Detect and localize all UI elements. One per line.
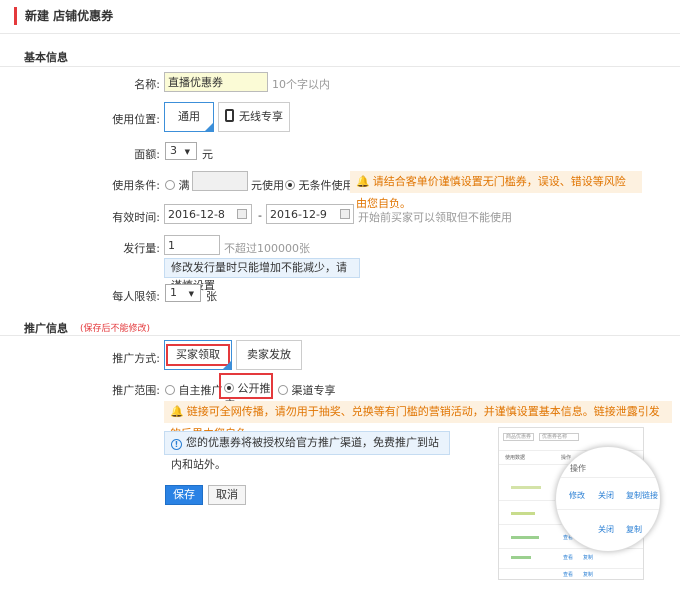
scope-warning: 🔔 链接可全网传播，请勿用于抽奖、兑换等有门槛的营销活动，并谨慎设置基本信息。链接… bbox=[164, 401, 672, 440]
condition-label: 使用条件: bbox=[112, 179, 160, 192]
quantity-note: 修改发行量时只能增加不能减少，请谨慎设置 bbox=[164, 258, 360, 292]
preview-row-link: 复制 bbox=[583, 555, 594, 561]
basic-section-divider bbox=[0, 66, 680, 67]
name-hint: 10个字以内 bbox=[272, 78, 330, 91]
condition-option-full-label: 满 bbox=[178, 179, 190, 192]
location-option-mobile-label: 无线专享 bbox=[239, 110, 283, 123]
scope-option-channel-label: 渠道专享 bbox=[291, 384, 336, 397]
quantity-hint: 不超过100000张 bbox=[224, 242, 310, 255]
condition-full-suffix: 元使用 bbox=[251, 179, 284, 192]
preview-bar bbox=[511, 486, 541, 489]
quantity-label: 发行量: bbox=[123, 242, 160, 255]
condition-full-amount-input[interactable] bbox=[192, 171, 248, 191]
location-label: 使用位置: bbox=[112, 113, 160, 126]
scope-option-self-label: 自主推广 bbox=[178, 384, 223, 397]
scope-option-public[interactable]: 公开推广 bbox=[219, 373, 273, 411]
preview-search: 优惠券名称 bbox=[539, 433, 579, 441]
condition-warning-text: 请结合客单价谨慎设置无门槛券，误设、错设等风险由您自负。 bbox=[356, 175, 626, 210]
radio-checked-icon bbox=[224, 383, 234, 393]
save-button[interactable]: 保存 bbox=[165, 485, 203, 505]
method-label: 推广方式: bbox=[112, 352, 160, 365]
preview-row-link: 查看 bbox=[563, 555, 574, 561]
promo-section-title: 推广信息 bbox=[24, 322, 68, 335]
preview-bar bbox=[511, 536, 539, 539]
limit-select[interactable]: 1 ▼ bbox=[165, 284, 201, 302]
preview-row-link: 查看 bbox=[563, 572, 574, 578]
magnifier-edit-link: 修改 bbox=[569, 491, 585, 500]
calendar-icon[interactable] bbox=[340, 209, 350, 219]
preview-magnifier: 操作 修改 关闭 复制链接 关闭 复制 bbox=[555, 446, 661, 552]
radio-icon bbox=[165, 385, 175, 395]
header-divider bbox=[0, 33, 680, 34]
dropdown-arrow-icon: ▼ bbox=[188, 290, 194, 298]
promo-section-note: (保存后不能修改) bbox=[80, 324, 151, 334]
magnifier-divider bbox=[556, 477, 660, 478]
preview-divider bbox=[499, 568, 643, 569]
limit-label: 每人限领: bbox=[112, 290, 160, 303]
limit-select-value: 1 bbox=[170, 286, 177, 299]
location-option-mobile[interactable]: 无线专享 bbox=[218, 102, 290, 132]
condition-option-full[interactable]: 满 bbox=[165, 177, 190, 193]
limit-unit: 张 bbox=[206, 290, 217, 303]
preview-row-link: 复制 bbox=[583, 572, 594, 578]
promo-section-divider bbox=[0, 335, 680, 336]
location-option-general-label: 通用 bbox=[178, 110, 200, 123]
validity-separator: - bbox=[258, 209, 262, 222]
amount-select[interactable]: 3 ▼ bbox=[165, 142, 197, 160]
magnifier-close-link: 关闭 bbox=[598, 491, 614, 500]
magnifier-copy-link: 复制 bbox=[626, 525, 642, 534]
preview-bar bbox=[511, 512, 535, 515]
bell-icon: 🔔 bbox=[356, 175, 370, 188]
scope-option-channel[interactable]: 渠道专享 bbox=[278, 382, 336, 398]
method-option-seller[interactable]: 卖家发放 bbox=[236, 340, 302, 370]
amount-label: 面额: bbox=[134, 148, 160, 161]
condition-option-none-label: 无条件使用 bbox=[298, 179, 354, 192]
condition-option-none[interactable]: 无条件使用 bbox=[285, 177, 354, 193]
bell-icon: 🔔 bbox=[170, 405, 184, 418]
cancel-button[interactable]: 取消 bbox=[208, 485, 246, 505]
validity-label: 有效时间: bbox=[112, 211, 160, 224]
page-title: 新建 店铺优惠券 bbox=[14, 7, 113, 25]
radio-icon bbox=[278, 385, 288, 395]
location-option-general[interactable]: 通用 bbox=[164, 102, 214, 132]
condition-warning: 🔔 请结合客单价谨慎设置无门槛券，误设、错设等风险由您自负。 bbox=[350, 171, 642, 210]
calendar-icon[interactable] bbox=[237, 209, 247, 219]
magnifier-copy-link: 复制链接 bbox=[626, 491, 658, 500]
scope-label: 推广范围: bbox=[112, 384, 160, 397]
method-option-seller-label: 卖家发放 bbox=[247, 348, 291, 361]
amount-unit: 元 bbox=[202, 148, 213, 161]
scope-info: ! 您的优惠券将被授权给官方推广渠道，免费推广到站内和站外。 bbox=[164, 431, 450, 471]
selected-corner-icon bbox=[222, 360, 232, 370]
name-input[interactable] bbox=[164, 72, 268, 92]
quantity-input[interactable] bbox=[164, 235, 220, 255]
selected-corner-icon bbox=[204, 122, 214, 132]
scope-option-self[interactable]: 自主推广 bbox=[165, 382, 223, 398]
dropdown-arrow-icon: ▼ bbox=[184, 148, 190, 156]
method-option-buyer[interactable]: 买家领取 bbox=[164, 340, 232, 370]
info-icon: ! bbox=[171, 439, 182, 450]
preview-col-ops: 操作 bbox=[561, 455, 572, 461]
preview-select: 商品优惠券 bbox=[503, 433, 535, 441]
preview-col-data: 使用数据 bbox=[505, 455, 526, 461]
name-label: 名称: bbox=[134, 78, 160, 91]
basic-section-title: 基本信息 bbox=[24, 51, 68, 64]
validity-hint: 开始前买家可以领取但不能使用 bbox=[358, 211, 512, 224]
magnifier-ops-header: 操作 bbox=[570, 464, 586, 473]
mobile-phone-icon bbox=[225, 109, 234, 122]
amount-select-value: 3 bbox=[170, 144, 177, 157]
method-option-buyer-label: 买家领取 bbox=[166, 344, 230, 366]
magnifier-divider bbox=[556, 509, 660, 510]
magnifier-close-link: 关闭 bbox=[598, 525, 614, 534]
preview-bar bbox=[511, 556, 531, 559]
scope-info-text: 您的优惠券将被授权给官方推广渠道，免费推广到站内和站外。 bbox=[171, 436, 439, 471]
radio-checked-icon bbox=[285, 180, 295, 190]
radio-icon bbox=[165, 180, 175, 190]
